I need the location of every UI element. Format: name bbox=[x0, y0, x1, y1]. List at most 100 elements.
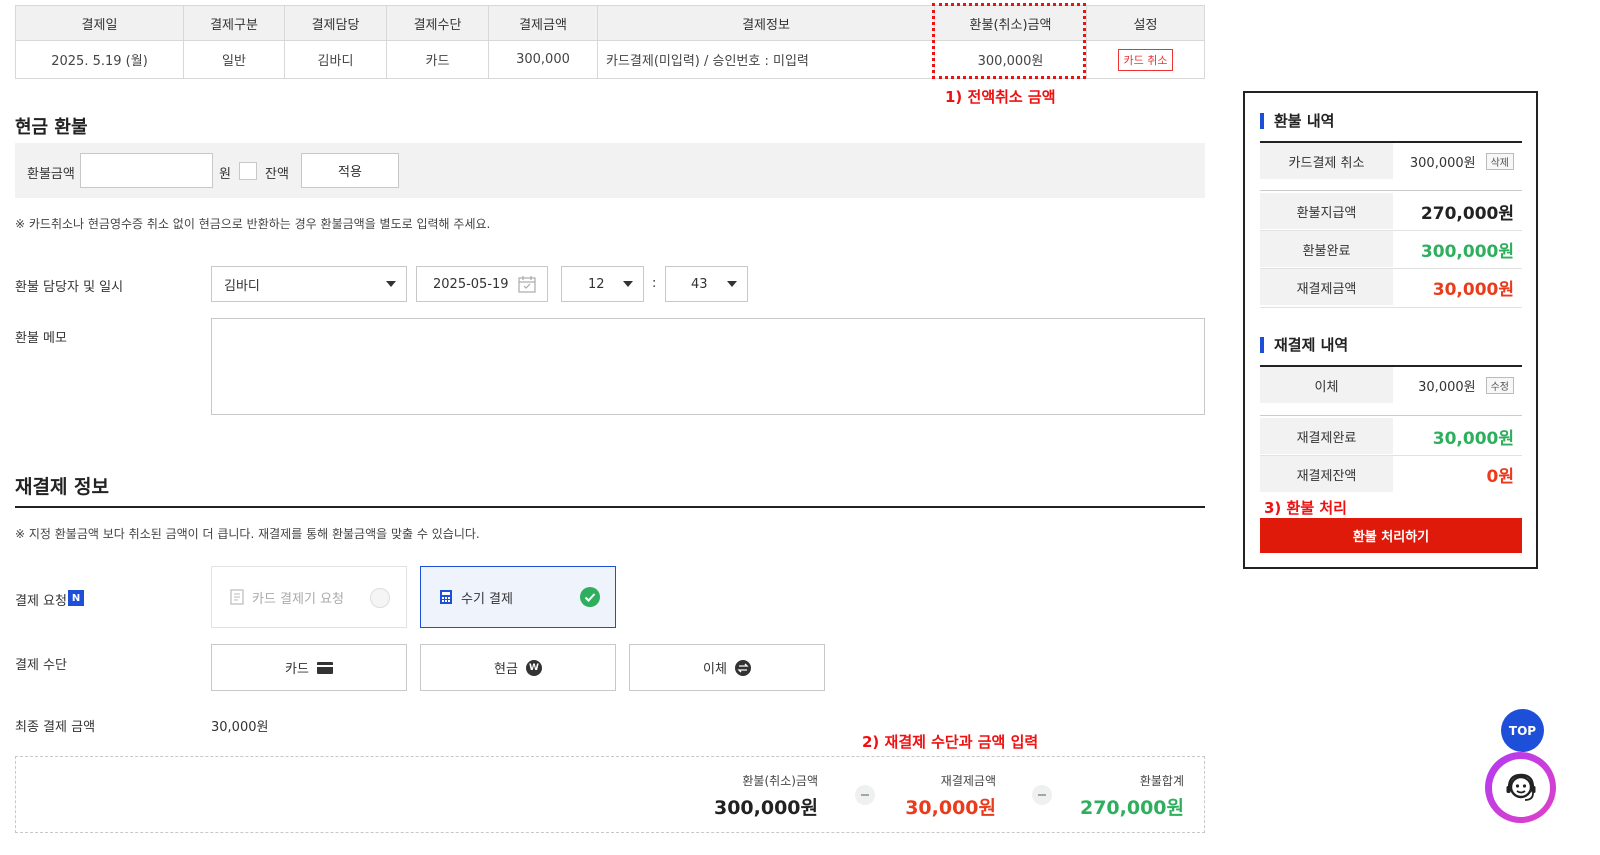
refund-manager-select[interactable]: 김바디 bbox=[211, 266, 407, 302]
radio-unchecked-icon bbox=[370, 588, 390, 608]
chatbot-button[interactable] bbox=[1485, 752, 1556, 823]
chevron-down-icon bbox=[727, 281, 737, 287]
option-manual-label: 수기 결제 bbox=[461, 591, 513, 607]
col-header: 결제정보 bbox=[597, 5, 935, 41]
repay-title: 재결제 정보 bbox=[15, 476, 110, 498]
cash-refund-title: 현금 환불 bbox=[15, 117, 88, 138]
refund-memo-textarea[interactable] bbox=[211, 318, 1205, 415]
refund-minute-value: 43 bbox=[691, 276, 708, 292]
refund-memo-label: 환불 메모 bbox=[15, 331, 67, 346]
method-transfer-label: 이체 bbox=[703, 662, 727, 677]
refund-history-title: 환불 내역 bbox=[1260, 113, 1334, 129]
cell-info: 카드결제(미입력) / 승인번호 : 미입력 bbox=[597, 40, 935, 79]
cell-date: 2025. 5.19 (월) bbox=[15, 40, 184, 79]
cell-action: 카드 취소 bbox=[1086, 40, 1205, 79]
card-cancel-button[interactable]: 카드 취소 bbox=[1117, 48, 1174, 71]
refund-manager-value: 김바디 bbox=[224, 278, 260, 294]
transfer-label: 이체 bbox=[1260, 367, 1393, 403]
equals-icon bbox=[1032, 785, 1052, 805]
row-repay-amount: 재결제금액 30,000원 bbox=[1260, 269, 1522, 305]
summary-refund-value: 300,000원 bbox=[713, 797, 818, 819]
repay-amount-label: 재결제금액 bbox=[1260, 269, 1393, 305]
refund-hour-value: 12 bbox=[588, 276, 605, 292]
row-pay-amount: 환불지급액 270,000원 bbox=[1260, 193, 1522, 229]
chevron-down-icon bbox=[386, 281, 396, 287]
col-header: 설정 bbox=[1086, 5, 1205, 41]
method-card-label: 카드 bbox=[285, 662, 309, 677]
section-divider bbox=[15, 506, 1205, 508]
divider bbox=[1260, 307, 1522, 308]
process-refund-button[interactable]: 환불 처리하기 bbox=[1260, 518, 1522, 553]
cell-manager: 김바디 bbox=[284, 40, 387, 79]
col-header: 결제금액 bbox=[488, 5, 598, 41]
minus-icon bbox=[855, 785, 875, 805]
won-icon: W bbox=[525, 659, 542, 676]
cash-note: ※ 카드취소나 현금영수증 취소 없이 현금으로 반환하는 경우 환불금액을 별… bbox=[15, 217, 491, 231]
option-card-terminal[interactable]: 카드 결제기 요청 bbox=[211, 566, 407, 628]
col-header: 결제구분 bbox=[183, 5, 285, 41]
option-manual-payment[interactable]: 수기 결제 bbox=[420, 566, 616, 628]
pay-amount-value: 270,000원 bbox=[1420, 203, 1514, 224]
refund-amount-input[interactable] bbox=[80, 153, 213, 188]
cell-amount: 300,000 bbox=[488, 40, 598, 79]
col-header: 결제일 bbox=[15, 5, 184, 41]
card-cancel-label: 카드결제 취소 bbox=[1260, 143, 1393, 179]
won-unit: 원 bbox=[219, 167, 231, 182]
summary-box: 환불(취소)금액 300,000원 재결제금액 30,000원 환불합계 270… bbox=[15, 756, 1205, 833]
summary-repay-label: 재결제금액 bbox=[940, 774, 996, 788]
refund-side-panel: 환불 내역 카드결제 취소 300,000원 삭제 환불지급액 270,000원 … bbox=[1243, 91, 1538, 569]
balance-checkbox[interactable] bbox=[239, 162, 257, 180]
time-colon: : bbox=[652, 276, 657, 291]
refund-minute-select[interactable]: 43 bbox=[665, 266, 748, 302]
repay-rest-label: 재결제잔액 bbox=[1260, 456, 1393, 492]
transfer-value: 30,000원 bbox=[1418, 379, 1476, 395]
pay-method-label: 결제 수단 bbox=[15, 658, 67, 673]
refund-done-value: 300,000원 bbox=[1420, 241, 1514, 262]
option-card-terminal-label: 카드 결제기 요청 bbox=[252, 591, 344, 607]
calculator-icon bbox=[440, 590, 452, 604]
pay-amount-label: 환불지급액 bbox=[1260, 193, 1393, 229]
row-repay-done: 재결제완료 30,000원 bbox=[1260, 418, 1522, 454]
repay-history-title: 재결제 내역 bbox=[1260, 337, 1348, 353]
method-cash-label: 현금 bbox=[494, 662, 518, 677]
apply-button[interactable]: 적용 bbox=[301, 153, 399, 188]
support-agent-icon bbox=[1491, 758, 1550, 817]
credit-card-icon bbox=[316, 661, 333, 674]
annotation-2: 2) 재결제 수단과 금액 입력 bbox=[862, 733, 1039, 751]
annotation-1: 1) 전액취소 금액 bbox=[945, 88, 1056, 106]
scroll-top-button[interactable]: TOP bbox=[1501, 709, 1544, 752]
summary-refund: 환불(취소)금액 300,000원 bbox=[714, 772, 818, 820]
col-header: 결제담당 bbox=[284, 5, 387, 41]
edit-button[interactable]: 수정 bbox=[1485, 376, 1514, 394]
refund-manager-label: 환불 담당자 및 일시 bbox=[15, 280, 124, 295]
card-cancel-value: 300,000원 bbox=[1409, 155, 1476, 171]
summary-repay: 재결제금액 30,000원 bbox=[905, 772, 996, 820]
method-transfer-button[interactable]: 이체 bbox=[629, 644, 825, 691]
row-card-cancel: 카드결제 취소 300,000원 삭제 bbox=[1260, 143, 1522, 179]
refund-date-value: 2025-05-19 bbox=[433, 276, 509, 292]
repay-amount-value: 30,000원 bbox=[1432, 279, 1514, 300]
repay-done-label: 재결제완료 bbox=[1260, 418, 1393, 454]
summary-total-value: 270,000원 bbox=[1079, 797, 1184, 819]
delete-button[interactable]: 삭제 bbox=[1485, 152, 1514, 170]
refund-hour-select[interactable]: 12 bbox=[561, 266, 644, 302]
col-header: 결제수단 bbox=[386, 5, 489, 41]
refund-date-field[interactable]: 2025-05-19 bbox=[416, 266, 548, 302]
balance-label: 잔액 bbox=[265, 167, 289, 182]
new-badge: N bbox=[68, 590, 84, 606]
method-card-button[interactable]: 카드 bbox=[211, 644, 407, 691]
cell-type: 일반 bbox=[183, 40, 285, 79]
cash-refund-bar: 환불금액 원 잔액 적용 bbox=[15, 143, 1205, 198]
repay-rest-value: 0원 bbox=[1486, 466, 1514, 487]
calendar-icon[interactable] bbox=[517, 274, 537, 294]
divider bbox=[1260, 190, 1522, 191]
highlight-box bbox=[932, 3, 1086, 79]
receipt-icon bbox=[230, 589, 244, 605]
check-circle-icon bbox=[580, 587, 600, 607]
row-transfer: 이체 30,000원 수정 bbox=[1260, 367, 1522, 403]
row-repay-rest: 재결제잔액 0원 bbox=[1260, 456, 1522, 492]
method-cash-button[interactable]: 현금 W bbox=[420, 644, 616, 691]
cell-method: 카드 bbox=[386, 40, 489, 79]
final-amount-label: 최종 결제 금액 bbox=[15, 720, 96, 735]
refund-done-label: 환불완료 bbox=[1260, 231, 1393, 267]
